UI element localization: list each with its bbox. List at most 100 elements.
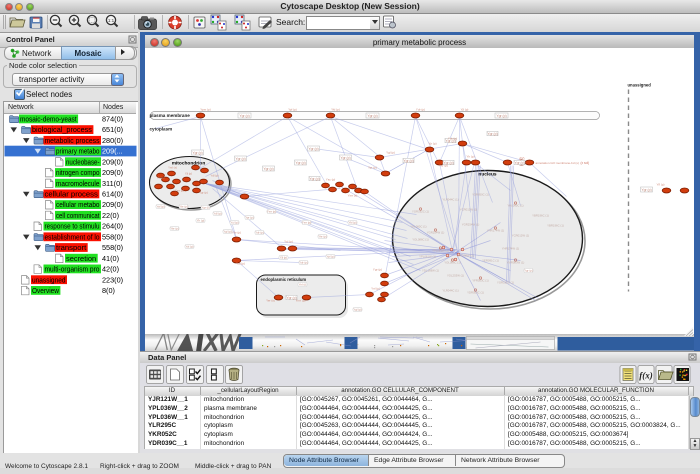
svg-text:Yer (s): Yer (s) [266, 298, 275, 302]
svg-text:Ygr (p): Ygr (p) [403, 159, 413, 163]
svg-text:223(0): 223(0) [102, 275, 123, 284]
svg-text:Ypl (p): Ypl (p) [288, 107, 297, 111]
svg-text:Ydl (p): Ydl (p) [236, 261, 245, 265]
svg-text:311(0): 311(0) [102, 179, 123, 188]
svg-text:Ypr (p): Ypr (p) [368, 165, 377, 169]
svg-text:41(0): 41(0) [102, 254, 119, 263]
svg-text:cellular process: cellular process [45, 192, 99, 199]
svg-text:651(0): 651(0) [102, 125, 123, 134]
svg-text:280(0): 280(0) [102, 136, 123, 145]
svg-text:Ylr (p): Ylr (p) [196, 218, 204, 222]
svg-text:Ykl (p): Ykl (p) [348, 220, 356, 224]
svg-text:plasma membrane: plasma membrane [149, 113, 190, 118]
svg-text:Ygr (p): Ygr (p) [340, 156, 350, 160]
svg-text:Ydr (p): Ydr (p) [415, 107, 424, 111]
svg-text:YCR012W (1): YCR012W (1) [459, 207, 476, 211]
svg-text:YDL168W (1): YDL168W (1) [422, 268, 439, 272]
svg-text:YOL086C (1): YOL086C (1) [412, 237, 429, 241]
svg-text:Ycl (p): Ycl (p) [230, 220, 238, 224]
svg-text:Ygr (p): Ygr (p) [199, 190, 208, 194]
svg-text:Ygr (p): Ygr (p) [496, 114, 506, 118]
svg-text:YAL038W (1): YAL038W (1) [457, 253, 474, 257]
svg-text:Ygr (p): Ygr (p) [372, 267, 381, 271]
svg-text:Yol (p): Yol (p) [185, 244, 193, 248]
svg-text:Ygr (p): Ygr (p) [487, 132, 497, 136]
svg-text:Yjl (p): Yjl (p) [279, 255, 286, 259]
svg-text:614(0): 614(0) [102, 190, 123, 199]
svg-text:YGR192C (1): YGR192C (1) [497, 280, 514, 284]
svg-text:Ygr (p): Ygr (p) [514, 161, 524, 165]
svg-text:Ygr (p): Ygr (p) [263, 167, 273, 171]
svg-text:8(0): 8(0) [102, 286, 115, 295]
svg-text:Ylr (p): Ylr (p) [466, 154, 474, 158]
svg-text:cellular metabo: cellular metabo [56, 202, 100, 209]
svg-text:YER091C (1): YER091C (1) [482, 258, 499, 262]
svg-text:Ynl (p): Ynl (p) [371, 286, 380, 290]
svg-text:264(0): 264(0) [102, 222, 123, 231]
svg-text:primary metabo: primary metabo [56, 149, 100, 156]
svg-text:nucleobase-: nucleobase- [66, 159, 100, 166]
svg-text:Yjr (p): Yjr (p) [428, 141, 436, 145]
svg-text:209(0): 209(0) [102, 168, 123, 177]
svg-text:Ykr (p): Ykr (p) [439, 163, 448, 167]
svg-text:Ydl (p): Ydl (p) [210, 173, 218, 177]
svg-text:(pr): (pr) [519, 156, 524, 160]
svg-text:transport: transport [56, 245, 86, 252]
svg-text:Ydr (p): Ydr (p) [299, 260, 308, 264]
svg-text:secretion: secretion [66, 256, 96, 263]
svg-text:Ynl (r): Ynl (r) [298, 282, 306, 286]
svg-text:Ymr (p): Ymr (p) [174, 188, 183, 192]
svg-text:Ygr (p): Ygr (p) [367, 114, 377, 118]
svg-text:Ydr (p): Ydr (p) [255, 230, 264, 234]
svg-text:Ybr (p): Ybr (p) [231, 230, 240, 234]
svg-text:22(0): 22(0) [102, 211, 119, 220]
svg-text:Ydl (p): Ydl (p) [213, 211, 221, 215]
svg-text:Yhr (p): Yhr (p) [318, 234, 327, 238]
svg-text:biological_process: biological_process [32, 127, 92, 134]
svg-text:Ybr (p): Ybr (p) [179, 204, 188, 208]
svg-text:Ygr (p): Ygr (p) [309, 177, 319, 181]
svg-text:Ypr (p): Ypr (p) [245, 215, 253, 219]
svg-text:YPL061W (1): YPL061W (1) [419, 254, 436, 258]
svg-text:Yjl (p): Yjl (p) [184, 171, 191, 175]
svg-text:YLR044C (1): YLR044C (1) [442, 288, 458, 292]
svg-text:Yal (p): Yal (p) [156, 204, 164, 208]
svg-text:macromolecule: macromolecule [56, 181, 99, 188]
svg-text:Yfl (p): Yfl (p) [656, 182, 664, 186]
svg-text:Ygr (p): Ygr (p) [192, 151, 202, 155]
svg-text:Ygr (p): Ygr (p) [308, 147, 318, 151]
svg-text:Ygr (p): Ygr (p) [524, 268, 533, 272]
svg-text:YHR174W (1): YHR174W (1) [501, 246, 518, 250]
svg-text:nitrogen compo: nitrogen compo [56, 170, 100, 177]
svg-text:establishment of lo: establishment of lo [45, 234, 100, 241]
svg-text:response to stimulu: response to stimulu [45, 224, 100, 231]
svg-text:YCR012W (1): YCR012W (1) [511, 233, 528, 237]
svg-text:YKL060C (1): YKL060C (1) [410, 224, 426, 228]
svg-text:YGR254W (1): YGR254W (1) [461, 222, 479, 226]
svg-text:209(0): 209(0) [102, 200, 123, 209]
svg-text:annotation.GO:membrane-bd (s): annotation.GO:membrane-bd (s) [535, 161, 578, 165]
svg-text:Ycl (p): Ycl (p) [284, 239, 293, 243]
svg-text:Ygr (p): Ygr (p) [235, 157, 245, 161]
svg-text:YLR044C (1): YLR044C (1) [442, 197, 458, 201]
svg-text:Ymr (p): Ymr (p) [266, 209, 275, 213]
svg-text:Ykl (p): Ykl (p) [331, 107, 340, 111]
svg-text:209(0): 209(0) [102, 157, 123, 166]
svg-text:YGL253W (1): YGL253W (1) [446, 273, 463, 277]
svg-text:Ygr (p): Ygr (p) [641, 188, 651, 192]
svg-text:Ygr (p): Ygr (p) [239, 114, 249, 118]
svg-text:Yjl (p): Yjl (p) [460, 107, 468, 111]
svg-text:Ygl (p): Ygl (p) [386, 150, 395, 154]
svg-text:YBR196C (1): YBR196C (1) [532, 213, 549, 217]
svg-text:metabolic process: metabolic process [45, 138, 100, 145]
svg-text:874(0): 874(0) [102, 115, 123, 124]
svg-text:558(0): 558(0) [102, 232, 123, 241]
svg-text:mosaic-demo-yeast: mosaic-demo-yeast [20, 117, 77, 124]
svg-text:YDR050C (1): YDR050C (1) [472, 192, 489, 196]
svg-text:Ygl (p): Ygl (p) [223, 229, 231, 233]
svg-text:(x sol): (x sol) [580, 161, 589, 165]
svg-text:Ygr (r): Ygr (r) [201, 205, 209, 209]
svg-text:Ymr (p): Ymr (p) [301, 220, 310, 224]
svg-text:Ymr (s): Ymr (s) [347, 193, 357, 197]
svg-text:endoplasmic reticulum: endoplasmic reticulum [260, 277, 306, 282]
